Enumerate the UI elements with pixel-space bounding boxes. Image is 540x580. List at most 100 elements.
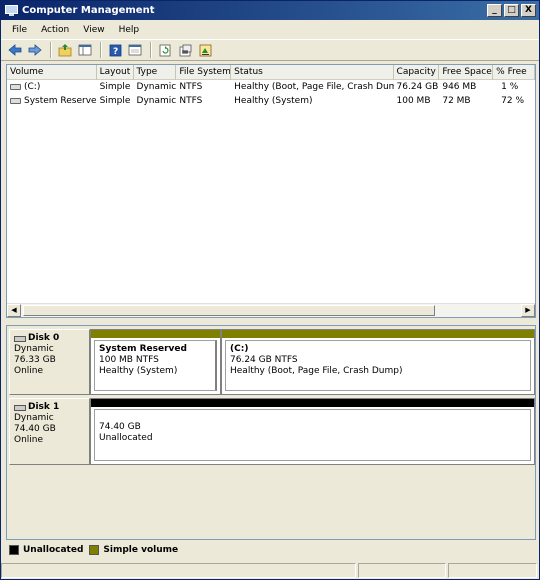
title-bar[interactable]: Computer Management _ □ X	[1, 1, 539, 20]
legend-simple-volume: Simple volume	[103, 545, 179, 555]
forward-icon[interactable]	[26, 41, 44, 59]
partition-status: Healthy (Boot, Page File, Crash Dump)	[230, 366, 403, 376]
column-header-volume[interactable]: Volume	[7, 65, 97, 80]
menu-file[interactable]: File	[5, 25, 34, 35]
disk-1-info[interactable]: Disk 1 Dynamic 74.40 GB Online	[9, 398, 90, 465]
toolbar-separator	[150, 42, 152, 58]
column-header-capacity[interactable]: Capacity	[394, 65, 440, 80]
partition-status: Unallocated	[99, 433, 153, 443]
disk-icon	[14, 404, 26, 411]
status-bar	[1, 563, 539, 579]
table-row[interactable]: System Reserved Simple Dynamic NTFS Heal…	[7, 94, 535, 108]
volume-file-system: NTFS	[179, 82, 203, 92]
partition-unallocated[interactable]: 74.40 GB Unallocated	[91, 399, 534, 464]
volume-file-system: NTFS	[179, 96, 203, 106]
volume-icon	[10, 97, 21, 104]
volume-list[interactable]: Volume Layout Type File System Status Ca…	[6, 64, 536, 318]
disk-name: Disk 0	[28, 333, 60, 343]
toolbar-separator	[50, 42, 52, 58]
volume-status: Healthy (Boot, Page File, Crash Dump)	[234, 82, 394, 92]
unallocated-bar	[91, 399, 534, 407]
disk-0-partitions: System Reserved 100 MB NTFS Healthy (Sys…	[90, 329, 535, 395]
disk-size: 76.33 GB	[14, 355, 56, 365]
disk-1-partitions: 74.40 GB Unallocated	[90, 398, 535, 465]
export-icon[interactable]	[196, 41, 214, 59]
partition-name: System Reserved	[99, 344, 187, 354]
svg-text:?: ?	[113, 47, 118, 57]
column-header-type[interactable]: Type	[134, 65, 177, 80]
scrollbar-thumb[interactable]	[23, 305, 435, 316]
partition-name: (C:)	[230, 344, 249, 354]
scroll-left-button[interactable]: ◀	[7, 304, 21, 317]
legend: Unallocated Simple volume	[9, 544, 178, 556]
column-header-free-space[interactable]: Free Space	[439, 65, 494, 80]
refresh-icon[interactable]	[156, 41, 174, 59]
window-title: Computer Management	[22, 5, 155, 16]
volume-type: Dynamic	[136, 82, 177, 92]
volume-percent-free: 72 %	[501, 96, 525, 106]
volume-capacity: 76.24 GB	[396, 82, 439, 92]
volume-layout: Simple	[99, 96, 131, 106]
column-header-percent-free[interactable]: % Free	[493, 65, 535, 80]
scroll-right-button[interactable]: ▶	[521, 304, 535, 317]
column-header-file-system[interactable]: File System	[176, 65, 232, 80]
computer-management-icon	[5, 4, 18, 17]
status-panel-1	[1, 563, 356, 578]
horizontal-scrollbar[interactable]: ◀ ▶	[7, 303, 535, 317]
disk-size: 74.40 GB	[14, 424, 56, 434]
volume-type: Dynamic	[136, 96, 177, 106]
disk-state: Online	[14, 366, 44, 376]
unallocated-swatch	[9, 545, 19, 555]
menu-action[interactable]: Action	[34, 25, 76, 35]
partition-detail: 74.40 GB	[99, 422, 141, 432]
column-header-status[interactable]: Status	[231, 65, 394, 80]
maximize-button[interactable]: □	[504, 4, 519, 17]
up-folder-icon[interactable]	[56, 41, 74, 59]
toolbar-separator	[100, 42, 102, 58]
volume-list-header: Volume Layout Type File System Status Ca…	[7, 65, 535, 80]
partition-status: Healthy (System)	[99, 366, 178, 376]
disk-state: Online	[14, 435, 44, 445]
show-hide-tree-icon[interactable]	[76, 41, 94, 59]
table-row[interactable]: (C:) Simple Dynamic NTFS Healthy (Boot, …	[7, 80, 535, 94]
partition-detail: 100 MB NTFS	[99, 355, 159, 365]
toolbar: ?	[1, 39, 539, 61]
volume-name: (C:)	[24, 82, 41, 92]
volume-free-space: 72 MB	[442, 96, 471, 106]
disk-map-pane: Disk 0 Dynamic 76.33 GB Online System Re…	[6, 325, 536, 540]
disk-name: Disk 1	[28, 402, 60, 412]
computer-management-window: Computer Management _ □ X File Action Vi…	[0, 0, 540, 580]
volume-icon	[10, 83, 21, 90]
close-button[interactable]: X	[521, 4, 536, 17]
volume-capacity: 100 MB	[396, 96, 431, 106]
legend-unallocated: Unallocated	[23, 545, 84, 555]
partition-c-drive[interactable]: (C:) 76.24 GB NTFS Healthy (Boot, Page F…	[220, 330, 534, 394]
menu-bar: File Action View Help	[1, 21, 539, 38]
menu-view[interactable]: View	[76, 25, 111, 35]
simple-volume-swatch	[89, 545, 100, 555]
partition-detail: 76.24 GB NTFS	[230, 355, 298, 365]
disk-icon	[14, 335, 26, 342]
properties-icon[interactable]	[176, 41, 194, 59]
volume-status: Healthy (System)	[234, 96, 313, 106]
disk-1-row[interactable]: Disk 1 Dynamic 74.40 GB Online 74.40 GB …	[9, 398, 535, 465]
back-icon[interactable]	[6, 41, 24, 59]
disk-0-info[interactable]: Disk 0 Dynamic 76.33 GB Online	[9, 329, 90, 395]
volume-layout: Simple	[99, 82, 131, 92]
disk-type: Dynamic	[14, 413, 54, 423]
volume-name: System Reserved	[24, 96, 97, 106]
console-icon[interactable]	[126, 41, 144, 59]
disk-0-row[interactable]: Disk 0 Dynamic 76.33 GB Online System Re…	[9, 329, 535, 395]
volume-free-space: 946 MB	[442, 82, 477, 92]
minimize-button[interactable]: _	[487, 4, 502, 17]
partition-system-reserved[interactable]: System Reserved 100 MB NTFS Healthy (Sys…	[91, 330, 220, 394]
disk-type: Dynamic	[14, 344, 54, 354]
status-panel-3	[448, 563, 537, 578]
simple-volume-bar	[222, 330, 534, 338]
column-header-layout[interactable]: Layout	[97, 65, 134, 80]
help-icon[interactable]: ?	[106, 41, 124, 59]
status-panel-2	[358, 563, 446, 578]
menu-help[interactable]: Help	[112, 25, 147, 35]
simple-volume-bar	[91, 330, 220, 338]
volume-percent-free: 1 %	[501, 82, 519, 92]
